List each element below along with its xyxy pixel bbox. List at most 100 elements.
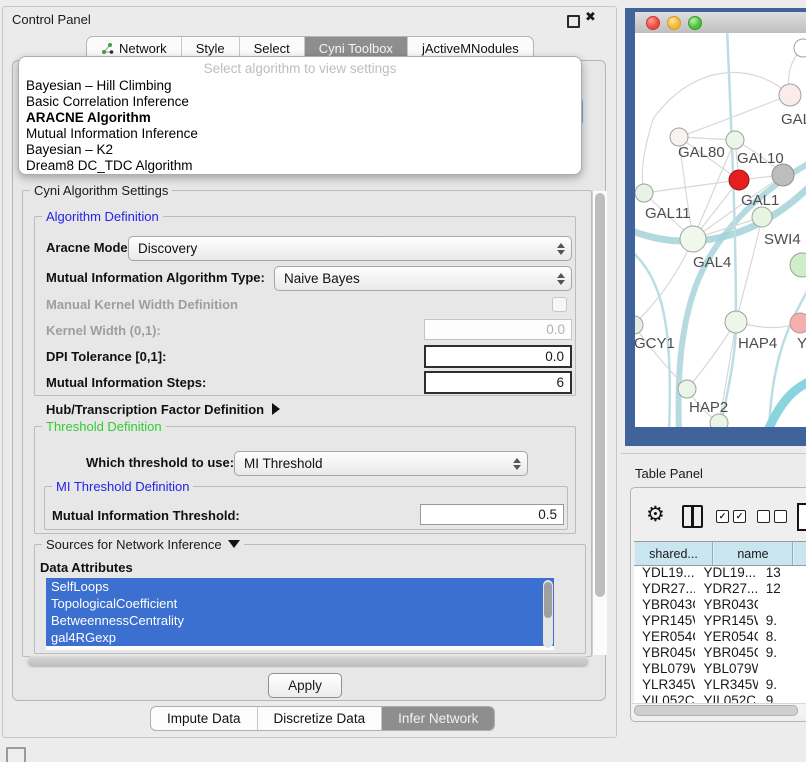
float-window-icon[interactable] — [567, 15, 580, 28]
settings-scrollbar[interactable] — [592, 191, 607, 655]
dpi-tolerance-input[interactable]: 0.0 — [424, 345, 572, 368]
dock-grip-icon[interactable] — [6, 747, 26, 762]
mutual-information-threshold-input[interactable]: 0.5 — [420, 504, 564, 525]
network-window-titlebar[interactable] — [635, 12, 806, 34]
table-cell: YDR27... — [634, 581, 695, 597]
bottom-tab-discretize-data[interactable]: Discretize Data — [257, 707, 382, 730]
algorithm-dropdown-list: Select algorithm to view settings Bayesi… — [18, 56, 582, 175]
table-cell: YIL052C — [695, 693, 757, 703]
table-row[interactable]: YPR145WYPR145W9. — [634, 613, 806, 629]
network-node-hap4[interactable] — [725, 311, 747, 333]
network-node[interactable] — [710, 414, 728, 427]
threshold-definition-title: Threshold Definition — [42, 419, 166, 434]
dropdown-item[interactable]: Mutual Information Inference — [19, 126, 581, 142]
aracne-mode-select[interactable]: Discovery — [128, 236, 572, 261]
zoom-traffic-light-icon[interactable] — [688, 16, 702, 30]
dropdown-item[interactable]: ARACNE Algorithm — [19, 110, 581, 126]
table-cell: YDL19... — [634, 565, 695, 581]
network-node-label: GCY1 — [635, 335, 675, 352]
network-node-gal11[interactable] — [635, 184, 653, 202]
network-node-gal10[interactable] — [726, 131, 744, 149]
table-row[interactable]: YDR27...YDR27...12 — [634, 581, 806, 597]
dropdown-item[interactable]: Bayesian – K2 — [19, 142, 581, 158]
close-icon[interactable]: ✖ — [585, 10, 596, 25]
collapsed-arrow-icon — [272, 403, 280, 415]
bottom-tab-impute-data[interactable]: Impute Data — [151, 707, 257, 730]
network-node-label: GAL4 — [693, 254, 731, 271]
table-row[interactable]: YLR345WYLR345W9. — [634, 677, 806, 693]
table-row[interactable]: YBR045CYBR045C9. — [634, 645, 806, 661]
settings-horizontal-scrollbar[interactable] — [26, 656, 590, 668]
bottom-tab-infer-network[interactable]: Infer Network — [381, 707, 494, 730]
page-icon[interactable] — [797, 503, 806, 531]
table-cell: 9. — [758, 693, 806, 703]
network-node[interactable] — [794, 39, 806, 57]
dropdown-item[interactable]: Dream8 DC_TDC Algorithm — [19, 158, 581, 174]
attribute-list-item[interactable]: SelfLoops — [46, 578, 554, 595]
table-cell: YBL079W — [695, 661, 757, 677]
which-threshold-select[interactable]: MI Threshold — [234, 451, 528, 476]
network-node-label: Y — [797, 335, 806, 352]
table-column-header[interactable]: A — [793, 542, 806, 565]
split-columns-icon[interactable] — [682, 505, 703, 528]
network-node-gal[interactable] — [779, 84, 801, 106]
apply-button[interactable]: Apply — [268, 673, 342, 698]
table-horizontal-scrollbar[interactable] — [632, 703, 806, 716]
dropdown-item[interactable]: Basic Correlation Inference — [19, 94, 581, 110]
table-row[interactable]: YDL19...YDL19...13 — [634, 565, 806, 581]
minimize-traffic-light-icon[interactable] — [667, 16, 681, 30]
table-cell: YPR145W — [634, 613, 695, 629]
manual-kernel-width-checkbox[interactable] — [552, 297, 567, 312]
table-cell: YDR27... — [695, 581, 757, 597]
network-node-label: HAP4 — [738, 335, 777, 352]
dropdown-item[interactable]: Bayesian – Hill Climbing — [19, 78, 581, 94]
network-node[interactable] — [790, 253, 806, 277]
table-body: YDL19...YDL19...13YDR27...YDR27...12YBR0… — [634, 565, 806, 703]
kernel-width-input[interactable]: 0.0 — [424, 319, 572, 340]
table-cell: YPR145W — [695, 613, 757, 629]
hub-definition-disclosure[interactable]: Hub/Transcription Factor Definition — [46, 402, 280, 417]
table-row[interactable]: YBR043CYBR043C — [634, 597, 806, 613]
table-cell: YBR045C — [634, 645, 695, 661]
unchecked-box-icon[interactable] — [757, 510, 770, 523]
table-cell: 9. — [758, 645, 806, 661]
network-canvas[interactable]: GALGAL80GAL10GAL1GAL11SWI4GAL4GCY1HAP4YH… — [635, 33, 806, 427]
attribute-list-item[interactable]: BetweennessCentrality — [46, 612, 554, 629]
data-attributes-list: SelfLoopsTopologicalCoefficientBetweenne… — [46, 578, 554, 650]
table-cell: 9. — [758, 613, 806, 629]
table-row[interactable]: YIL052CYIL052C9. — [634, 693, 806, 703]
mi-steps-input[interactable]: 6 — [424, 371, 572, 394]
table-panel-title: Table Panel — [635, 466, 703, 481]
screen: Control Panel ✖ NetworkStyleSelectCyni T… — [0, 0, 806, 762]
network-node-y[interactable] — [790, 313, 806, 333]
mutual-information-threshold-label: Mutual Information Threshold: — [52, 508, 240, 523]
network-node[interactable] — [772, 164, 794, 186]
stepper-icon — [509, 458, 525, 470]
table-column-header[interactable]: name — [713, 542, 793, 565]
table-cell — [758, 661, 806, 677]
table-row[interactable]: YBL079WYBL079W — [634, 661, 806, 677]
attribute-list-item[interactable]: TopologicalCoefficient — [46, 595, 554, 612]
network-node-gal4[interactable] — [680, 226, 706, 252]
sources-disclosure[interactable]: Sources for Network Inference — [42, 537, 244, 552]
network-node-gcy1[interactable] — [635, 316, 643, 334]
mi-algorithm-type-select[interactable]: Naive Bayes — [274, 266, 572, 291]
unchecked-box-icon[interactable] — [774, 510, 787, 523]
checked-box-icon[interactable]: ✓ — [733, 510, 746, 523]
network-node-hap2[interactable] — [678, 380, 696, 398]
table-cell: YLR345W — [634, 677, 695, 693]
table-cell: 13 — [758, 565, 806, 581]
table-row[interactable]: YER054CYER054C8. — [634, 629, 806, 645]
gear-icon[interactable]: ⚙ — [646, 502, 665, 526]
network-node-gal1[interactable] — [729, 170, 749, 190]
table-cell: YBR043C — [695, 597, 757, 613]
checked-box-icon[interactable]: ✓ — [716, 510, 729, 523]
attribute-list-item[interactable]: gal4RGexp — [46, 629, 554, 646]
table-cell: 12 — [758, 581, 806, 597]
bottom-tabbar: Impute DataDiscretize DataInfer Network — [150, 706, 495, 731]
attributes-list-scrollbar[interactable] — [543, 580, 553, 648]
table-cell: YBR043C — [634, 597, 695, 613]
network-node-swi4[interactable] — [752, 207, 772, 227]
table-column-header[interactable]: shared... — [634, 542, 713, 565]
close-traffic-light-icon[interactable] — [646, 16, 660, 30]
